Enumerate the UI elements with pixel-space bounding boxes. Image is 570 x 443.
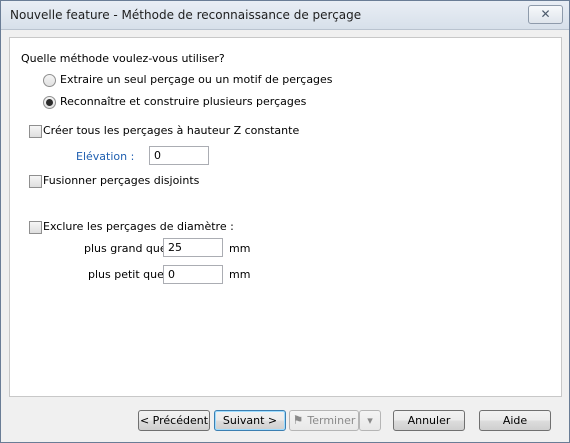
finish-label: Terminer xyxy=(307,414,356,427)
merge-label[interactable]: Fusionner perçages disjoints xyxy=(43,174,199,187)
radio-recognize-multiple[interactable] xyxy=(43,96,56,109)
window-title: Nouvelle feature - Méthode de reconnaiss… xyxy=(10,8,362,22)
finish-button[interactable]: ⚑ Terminer xyxy=(289,410,359,431)
greater-than-unit: mm xyxy=(229,242,251,255)
constant-z-label[interactable]: Créer tous les perçages à hauteur Z cons… xyxy=(43,124,299,137)
merge-checkbox[interactable] xyxy=(29,175,42,188)
close-button[interactable]: ✕ xyxy=(528,5,563,24)
constant-z-checkbox[interactable] xyxy=(29,125,42,138)
elevation-label: Elévation : xyxy=(76,150,135,163)
exclude-label[interactable]: Exclure les perçages de diamètre : xyxy=(43,220,234,233)
chevron-down-icon: ▾ xyxy=(367,414,373,427)
checkered-flag-icon: ⚑ xyxy=(292,413,304,427)
cancel-button[interactable]: Annuler xyxy=(393,410,465,431)
radio-extract-single-label[interactable]: Extraire un seul perçage ou un motif de … xyxy=(60,73,333,86)
dialog-window: Nouvelle feature - Méthode de reconnaiss… xyxy=(0,0,570,443)
exclude-checkbox[interactable] xyxy=(29,221,42,234)
greater-than-label: plus grand que xyxy=(84,242,167,255)
previous-button[interactable]: < Précédent xyxy=(138,410,210,431)
help-button[interactable]: Aide xyxy=(479,410,551,431)
content-panel: Quelle méthode voulez-vous utiliser? Ext… xyxy=(9,37,562,397)
greater-than-field[interactable]: 25 xyxy=(163,238,223,257)
method-question: Quelle méthode voulez-vous utiliser? xyxy=(21,52,225,65)
radio-recognize-multiple-label[interactable]: Reconnaître et construire plusieurs perç… xyxy=(60,95,306,108)
smaller-than-unit: mm xyxy=(229,268,251,281)
smaller-than-field[interactable]: 0 xyxy=(163,265,223,284)
radio-extract-single[interactable] xyxy=(43,74,56,87)
radio-selected-dot xyxy=(46,99,53,106)
smaller-than-label: plus petit que xyxy=(88,268,164,281)
next-button[interactable]: Suivant > xyxy=(214,410,286,431)
finish-dropdown-button[interactable]: ▾ xyxy=(359,410,381,431)
title-bar: Nouvelle feature - Méthode de reconnaiss… xyxy=(1,1,569,30)
elevation-field[interactable]: 0 xyxy=(149,146,209,165)
finish-split-button: ⚑ Terminer ▾ xyxy=(289,410,381,431)
close-icon: ✕ xyxy=(540,7,551,21)
